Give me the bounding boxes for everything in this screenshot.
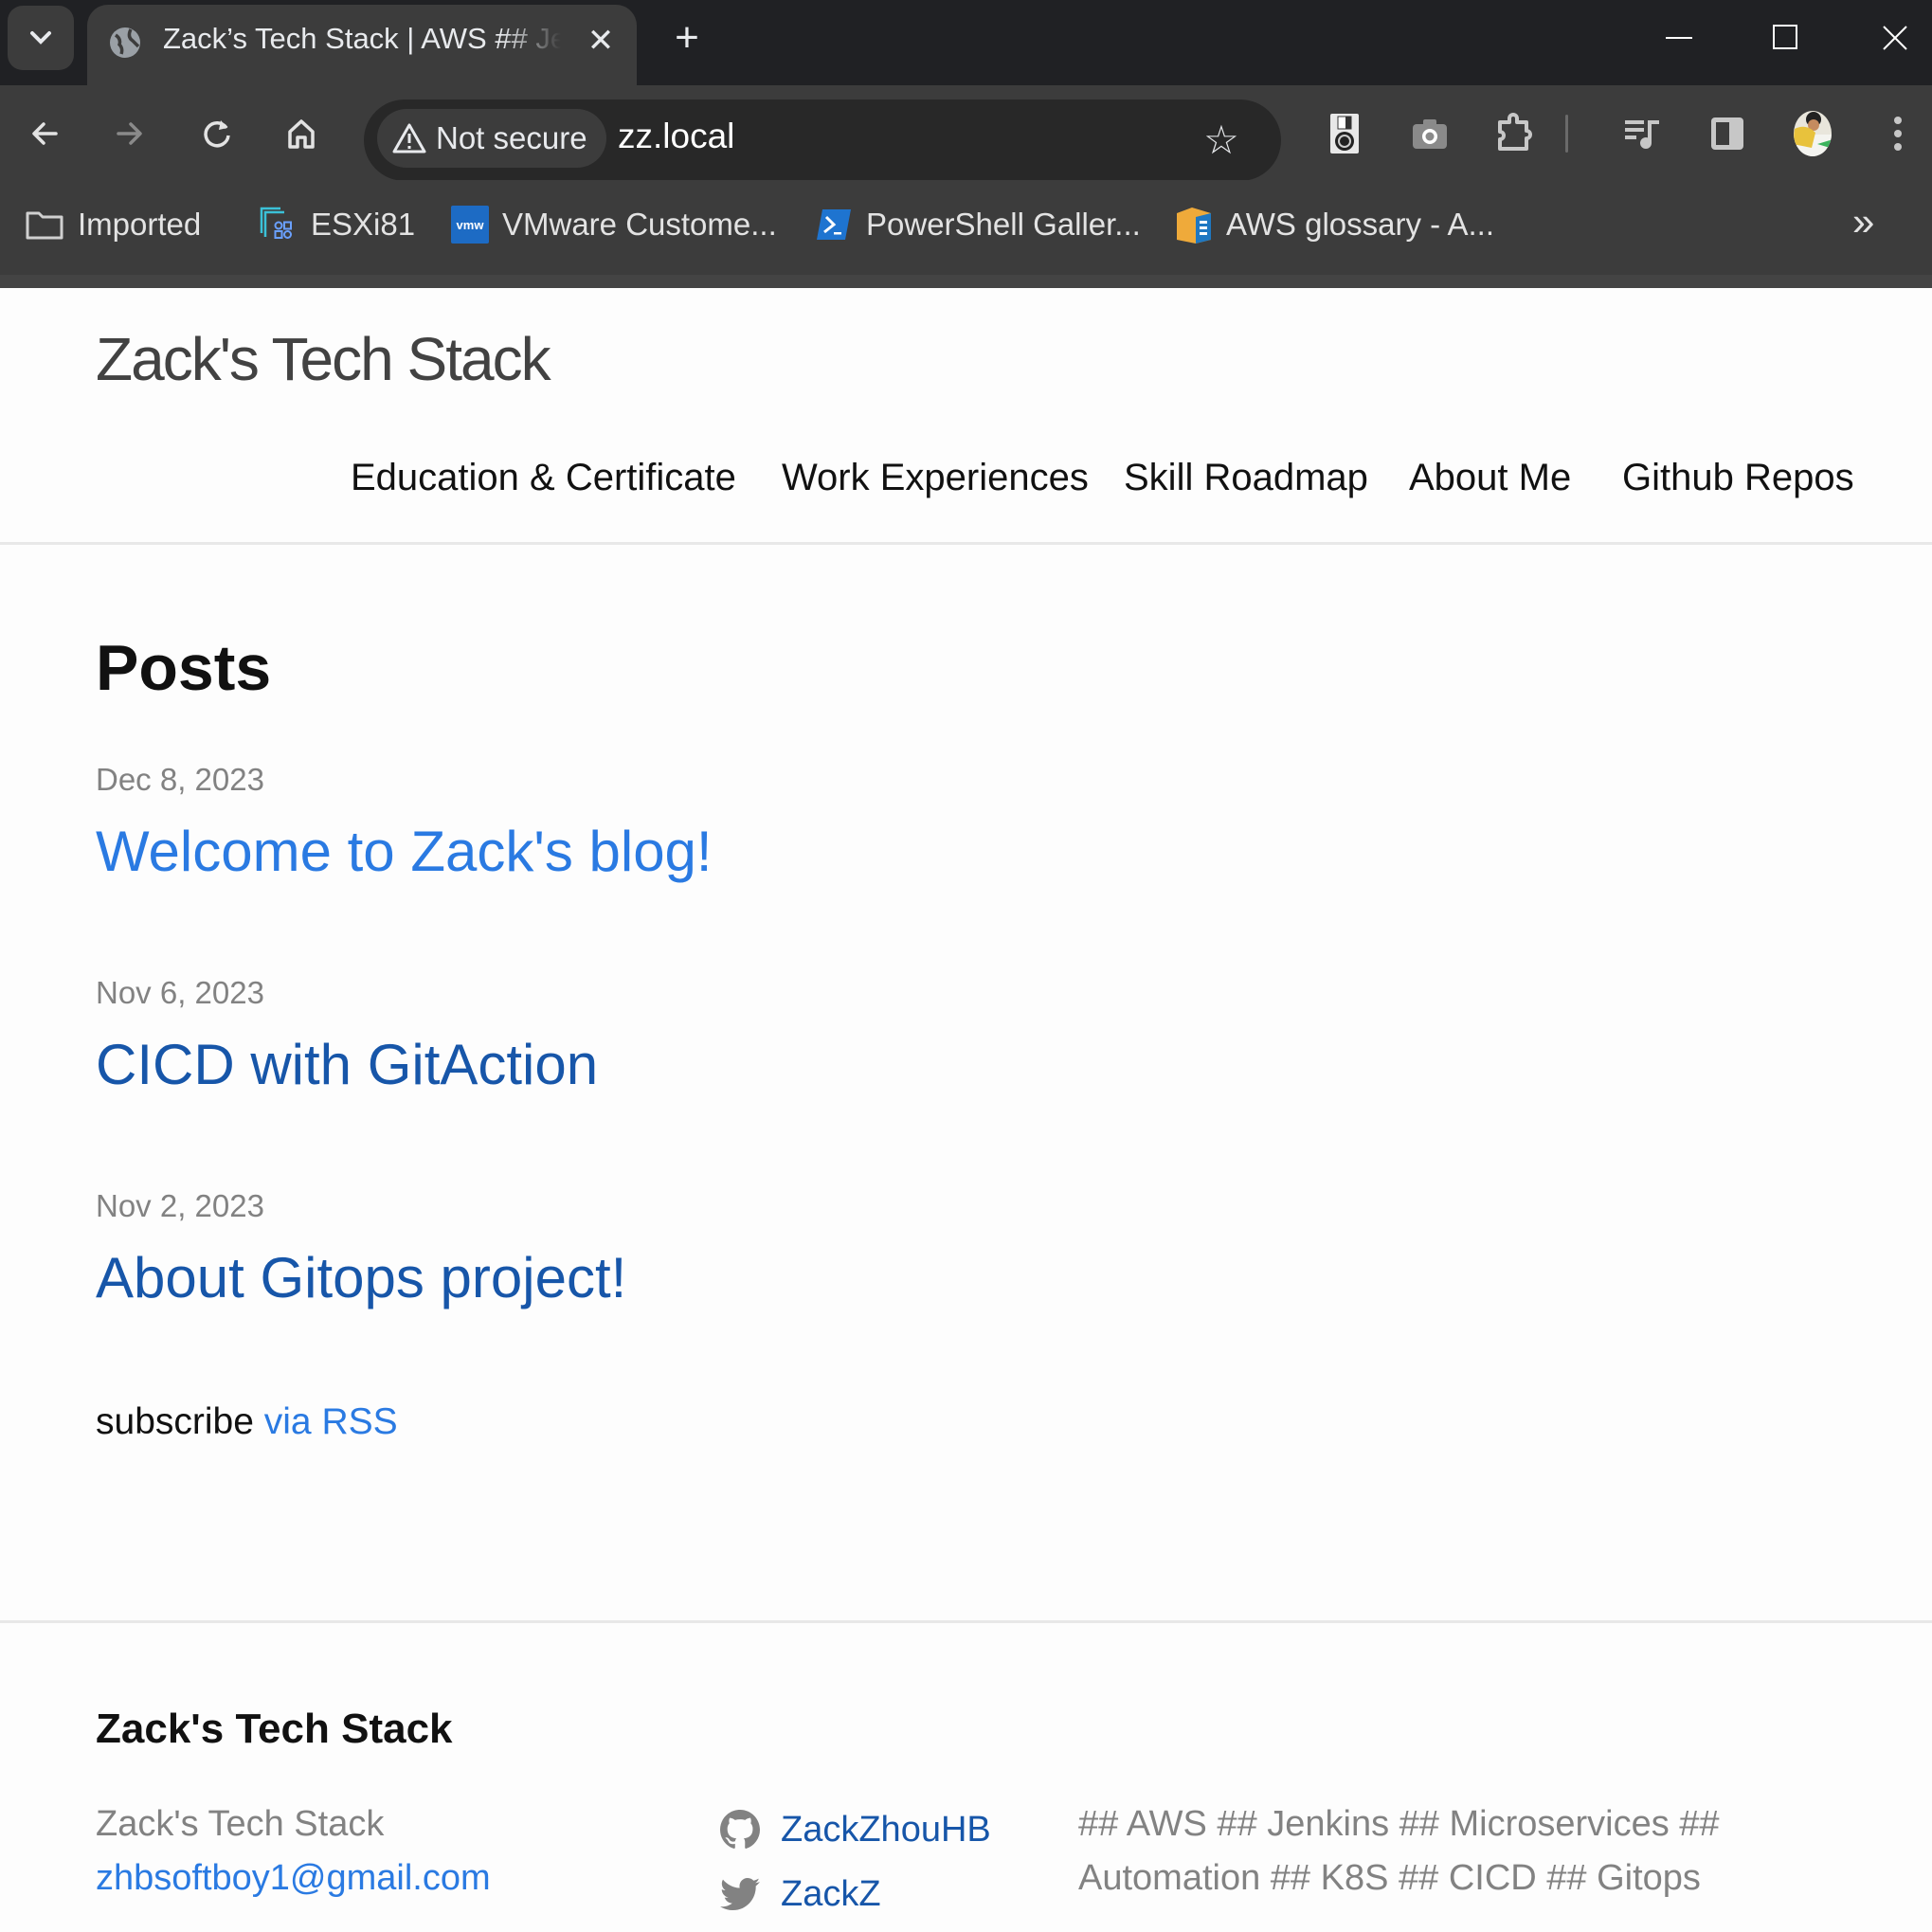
address-bar[interactable]: Not secure zz.local ☆: [364, 99, 1281, 181]
esxi-icon: [260, 207, 292, 239]
bookmark-powershell[interactable]: PowerShell Galler...: [815, 201, 1141, 248]
minimize-icon[interactable]: [1641, 9, 1717, 66]
subscribe-line: subscribe via RSS: [96, 1401, 398, 1443]
rss-link[interactable]: via RSS: [264, 1401, 398, 1442]
web-page: Zack's Tech Stack Education & Certificat…: [0, 288, 1932, 1932]
bookmark-label: ESXi81: [311, 207, 416, 242]
forward-arrow-icon[interactable]: [104, 108, 155, 159]
tab-strip: Zack’s Tech Stack | AWS ## Jenkins ## Mi…: [0, 0, 1932, 85]
footer-contact: Zack's Tech Stack zhbsoftboy1@gmail.com: [96, 1797, 491, 1905]
footer-divider: [0, 1620, 1932, 1623]
active-tab[interactable]: Zack’s Tech Stack | AWS ## Jenkins ## Mi…: [87, 5, 637, 85]
footer-name: Zack's Tech Stack: [96, 1804, 385, 1844]
nav-work-experiences[interactable]: Work Experiences: [782, 457, 1089, 499]
security-chip[interactable]: Not secure: [377, 109, 606, 168]
folder-icon: [26, 211, 63, 240]
post-title-link[interactable]: CICD with GitAction: [96, 1032, 598, 1097]
bookmark-label: Imported: [78, 207, 202, 242]
github-link-row[interactable]: ZackZhouHB: [720, 1797, 991, 1862]
toolbar-divider: [1562, 108, 1571, 159]
star-icon[interactable]: ☆: [1198, 117, 1245, 164]
back-arrow-icon[interactable]: [19, 108, 70, 159]
chevron-down-icon: [30, 31, 51, 45]
github-icon: [720, 1810, 760, 1849]
url-text[interactable]: zz.local: [618, 117, 734, 156]
github-username-link[interactable]: ZackZhouHB: [781, 1797, 991, 1862]
tab-search-button[interactable]: [8, 6, 74, 70]
footer-title: Zack's Tech Stack: [96, 1706, 453, 1752]
reload-icon[interactable]: [191, 108, 243, 159]
bookmark-imported[interactable]: Imported: [25, 201, 201, 248]
new-tab-button[interactable]: +: [663, 15, 711, 63]
screenshot-camera-icon[interactable]: [1404, 108, 1455, 159]
profile-avatar[interactable]: [1787, 108, 1838, 159]
browser-toolbar: Not secure zz.local ☆: [0, 85, 1932, 181]
nav-github-repos[interactable]: Github Repos: [1622, 457, 1854, 499]
aws-docs-icon: [1177, 208, 1211, 244]
twitter-icon: [720, 1878, 760, 1911]
nav-education-certificate[interactable]: Education & Certificate: [351, 457, 736, 499]
vmware-icon: vmw: [451, 206, 489, 244]
svg-text:vmw: vmw: [457, 218, 485, 232]
post-date: Dec 8, 2023: [96, 762, 264, 797]
maximize-icon[interactable]: [1748, 9, 1824, 66]
extensions-puzzle-icon[interactable]: [1490, 108, 1541, 159]
nav-skill-roadmap[interactable]: Skill Roadmap: [1124, 457, 1368, 499]
security-chip-label: Not secure: [436, 120, 587, 155]
window-close-icon[interactable]: [1857, 9, 1932, 66]
bookmark-esxi81[interactable]: ESXi81: [258, 201, 415, 248]
bookmark-label: AWS glossary - A...: [1226, 207, 1495, 242]
warning-icon: [392, 123, 426, 153]
post-date: Nov 2, 2023: [96, 1188, 264, 1223]
tab-title: Zack’s Tech Stack | AWS ## Jenkins ## Mi…: [163, 22, 561, 55]
posts-heading: Posts: [96, 632, 272, 704]
home-icon[interactable]: [276, 108, 327, 159]
bookmarks-bar: Imported ESXi81 vmw VMware Custome... Po…: [0, 180, 1932, 275]
bookmark-aws-glossary[interactable]: AWS glossary - A...: [1175, 201, 1494, 248]
globe-icon: [110, 27, 140, 58]
bookmarks-overflow-button[interactable]: »: [1852, 199, 1874, 244]
subscribe-text: subscribe: [96, 1401, 254, 1442]
toolbar-separator: [0, 275, 1932, 288]
chatgpt-extension-icon[interactable]: [1319, 108, 1370, 159]
twitter-username-link[interactable]: ZackZ: [781, 1862, 881, 1926]
header-divider: [0, 542, 1932, 545]
bookmark-label: PowerShell Galler...: [866, 207, 1141, 242]
nav-about-me[interactable]: About Me: [1409, 457, 1571, 499]
media-control-icon[interactable]: [1616, 108, 1668, 159]
site-title[interactable]: Zack's Tech Stack: [96, 324, 551, 394]
post-title-link[interactable]: Welcome to Zack's blog!: [96, 819, 713, 884]
powershell-icon: [817, 209, 851, 240]
side-panel-icon[interactable]: [1702, 108, 1753, 159]
footer-social: ZackZhouHB ZackZ: [720, 1797, 991, 1926]
footer-email-link[interactable]: zhbsoftboy1@gmail.com: [96, 1858, 491, 1898]
bookmark-label: VMware Custome...: [502, 207, 777, 242]
twitter-link-row[interactable]: ZackZ: [720, 1862, 991, 1926]
post-title-link[interactable]: About Gitops project!: [96, 1245, 626, 1310]
menu-kebab-icon[interactable]: [1872, 108, 1923, 159]
close-tab-icon[interactable]: ✕: [580, 20, 622, 62]
bookmark-vmware[interactable]: vmw VMware Custome...: [451, 201, 777, 248]
footer-description: ## AWS ## Jenkins ## Microservices ## Au…: [1078, 1804, 1720, 1898]
post-date: Nov 6, 2023: [96, 975, 264, 1010]
